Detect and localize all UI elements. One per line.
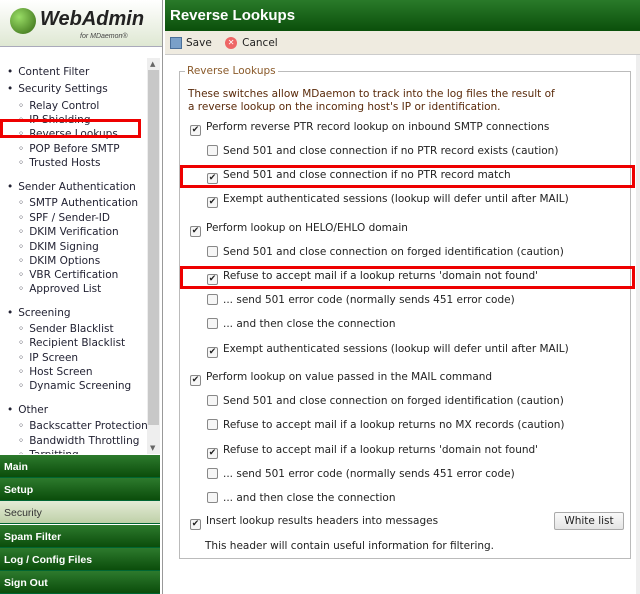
cancel-button[interactable]: Cancel <box>242 37 278 49</box>
option-row: ✔ Exempt authenticated sessions (lookup w… <box>207 343 569 358</box>
option-checkbox[interactable]: ✔ <box>190 519 201 530</box>
nav-item[interactable]: IP Screen <box>18 352 78 364</box>
option-checkbox[interactable] <box>207 492 218 503</box>
option-checkbox[interactable] <box>207 294 218 305</box>
option-checkbox[interactable] <box>207 145 218 156</box>
option-label[interactable]: Perform lookup on value passed in the MA… <box>206 371 492 383</box>
option-checkbox[interactable]: ✔ <box>207 197 218 208</box>
option-row: ✔ Insert lookup results headers into mess… <box>190 515 438 530</box>
security-nav-list: Content Filter Security Settings Relay Con… <box>0 58 147 454</box>
option-row: ✔ Exempt authenticated sessions (lookup w… <box>207 193 569 208</box>
fieldset-legend: Reverse Lookups <box>185 65 278 77</box>
nav-item[interactable]: Approved List <box>18 283 101 295</box>
nav-item[interactable]: Recipient Blacklist <box>18 337 125 349</box>
scroll-up-icon[interactable]: ▲ <box>150 60 155 68</box>
nav-item[interactable]: Sender Authentication <box>7 181 136 193</box>
nav-item[interactable]: Backscatter Protection <box>18 420 147 432</box>
logo-text: WebAdmin <box>40 8 145 30</box>
nav-scrollbar[interactable]: ▲ ▼ <box>147 58 160 454</box>
option-checkbox[interactable]: ✔ <box>207 448 218 459</box>
option-checkbox[interactable] <box>207 246 218 257</box>
nav-item[interactable]: POP Before SMTP <box>18 143 119 155</box>
header-note: This header will contain useful informat… <box>205 540 495 552</box>
sidebar: WebAdmin for MDaemon® Content Filter Secu… <box>0 0 163 594</box>
option-label[interactable]: Send 501 and close connection on forged … <box>223 395 564 407</box>
nav-item[interactable]: Tarpitting <box>18 449 78 454</box>
option-label[interactable]: Refuse to accept mail if a lookup return… <box>223 419 565 431</box>
option-row: ✔ Perform lookup on HELO/EHLO domain <box>190 222 408 237</box>
option-label[interactable]: Exempt authenticated sessions (lookup wi… <box>223 193 569 205</box>
option-checkbox[interactable]: ✔ <box>190 375 201 386</box>
nav-item[interactable]: Dynamic Screening <box>18 380 131 392</box>
option-row: ... and then close the connection <box>207 492 395 504</box>
option-label[interactable]: Refuse to accept mail if a lookup return… <box>223 444 538 456</box>
option-checkbox[interactable]: ✔ <box>190 125 201 136</box>
option-row: ... send 501 error code (normally sends … <box>207 468 515 480</box>
option-label[interactable]: ... send 501 error code (normally sends … <box>223 468 515 480</box>
highlight-box <box>180 165 635 188</box>
option-label[interactable]: ... and then close the connection <box>223 318 395 330</box>
nav-item[interactable]: Sender Blacklist <box>18 323 113 335</box>
option-label[interactable]: ... send 501 error code (normally sends … <box>223 294 515 306</box>
fieldset-description: These switches allow MDaemon to track in… <box>188 88 555 113</box>
nav-item[interactable]: Other <box>7 404 48 416</box>
nav-tab[interactable]: Spam Filter <box>0 524 160 548</box>
page-title: Reverse Lookups <box>165 0 640 31</box>
nav-item[interactable]: DKIM Options <box>18 255 100 267</box>
nav-item[interactable]: SMTP Authentication <box>18 197 138 209</box>
nav-item[interactable]: Host Screen <box>18 366 92 378</box>
option-label[interactable]: Send 501 and close connection if no PTR … <box>223 145 558 157</box>
nav-tab[interactable]: Sign Out <box>0 571 160 594</box>
option-checkbox[interactable] <box>207 395 218 406</box>
option-row: ... send 501 error code (normally sends … <box>207 294 515 306</box>
nav-item[interactable]: Bandwidth Throttling <box>18 435 139 447</box>
toolbar: Save ✕ Cancel <box>165 31 640 55</box>
option-label[interactable]: Insert lookup results headers into messa… <box>206 515 438 527</box>
option-row: Send 501 and close connection if no PTR … <box>207 145 558 157</box>
nav-tab[interactable]: Security <box>0 501 160 525</box>
option-checkbox[interactable] <box>207 468 218 479</box>
nav-item[interactable]: Security Settings <box>7 83 108 95</box>
nav-item[interactable]: Screening <box>7 307 70 319</box>
scrollbar-thumb[interactable] <box>148 70 159 425</box>
nav-item[interactable]: DKIM Signing <box>18 241 99 253</box>
white-list-button[interactable]: White list <box>554 512 624 530</box>
option-checkbox[interactable] <box>207 318 218 329</box>
save-button[interactable]: Save <box>186 37 212 49</box>
cancel-icon[interactable]: ✕ <box>225 37 238 49</box>
option-row: Refuse to accept mail if a lookup return… <box>207 419 565 431</box>
nav-item[interactable]: SPF / Sender-ID <box>18 212 110 224</box>
nav-item[interactable]: Relay Control <box>18 100 99 112</box>
highlight-box <box>0 119 141 138</box>
logo-globe-icon <box>10 8 36 34</box>
option-label[interactable]: Send 501 and close connection on forged … <box>223 246 564 258</box>
option-row: Send 501 and close connection on forged … <box>207 246 564 258</box>
option-row: Send 501 and close connection on forged … <box>207 395 564 407</box>
scroll-down-icon[interactable]: ▼ <box>150 444 155 452</box>
option-checkbox[interactable]: ✔ <box>190 226 201 237</box>
nav-item[interactable]: Trusted Hosts <box>18 157 100 169</box>
option-row: ✔ Perform lookup on value passed in the M… <box>190 371 492 386</box>
option-checkbox[interactable]: ✔ <box>207 347 218 358</box>
webadmin-logo: WebAdmin for MDaemon® <box>0 0 162 47</box>
option-label[interactable]: Perform reverse PTR record lookup on inb… <box>206 121 549 133</box>
option-checkbox[interactable] <box>207 419 218 430</box>
logo-subtext: for MDaemon® <box>80 33 128 40</box>
highlight-box <box>180 266 635 289</box>
nav-tab[interactable]: Main <box>0 455 160 478</box>
nav-item[interactable]: VBR Certification <box>18 269 118 281</box>
nav-item[interactable]: Content Filter <box>7 66 89 78</box>
nav-tab[interactable]: Setup <box>0 478 160 502</box>
option-row: ✔ Perform reverse PTR record lookup on in… <box>190 121 549 136</box>
option-row: ... and then close the connection <box>207 318 395 330</box>
save-icon[interactable] <box>170 37 182 49</box>
nav-tab[interactable]: Log / Config Files <box>0 547 160 571</box>
content-scrollbar[interactable] <box>636 55 640 594</box>
option-label[interactable]: ... and then close the connection <box>223 492 395 504</box>
option-label[interactable]: Perform lookup on HELO/EHLO domain <box>206 222 408 234</box>
nav-item[interactable]: DKIM Verification <box>18 226 118 238</box>
option-row: ✔ Refuse to accept mail if a lookup retur… <box>207 444 538 459</box>
option-label[interactable]: Exempt authenticated sessions (lookup wi… <box>223 343 569 355</box>
